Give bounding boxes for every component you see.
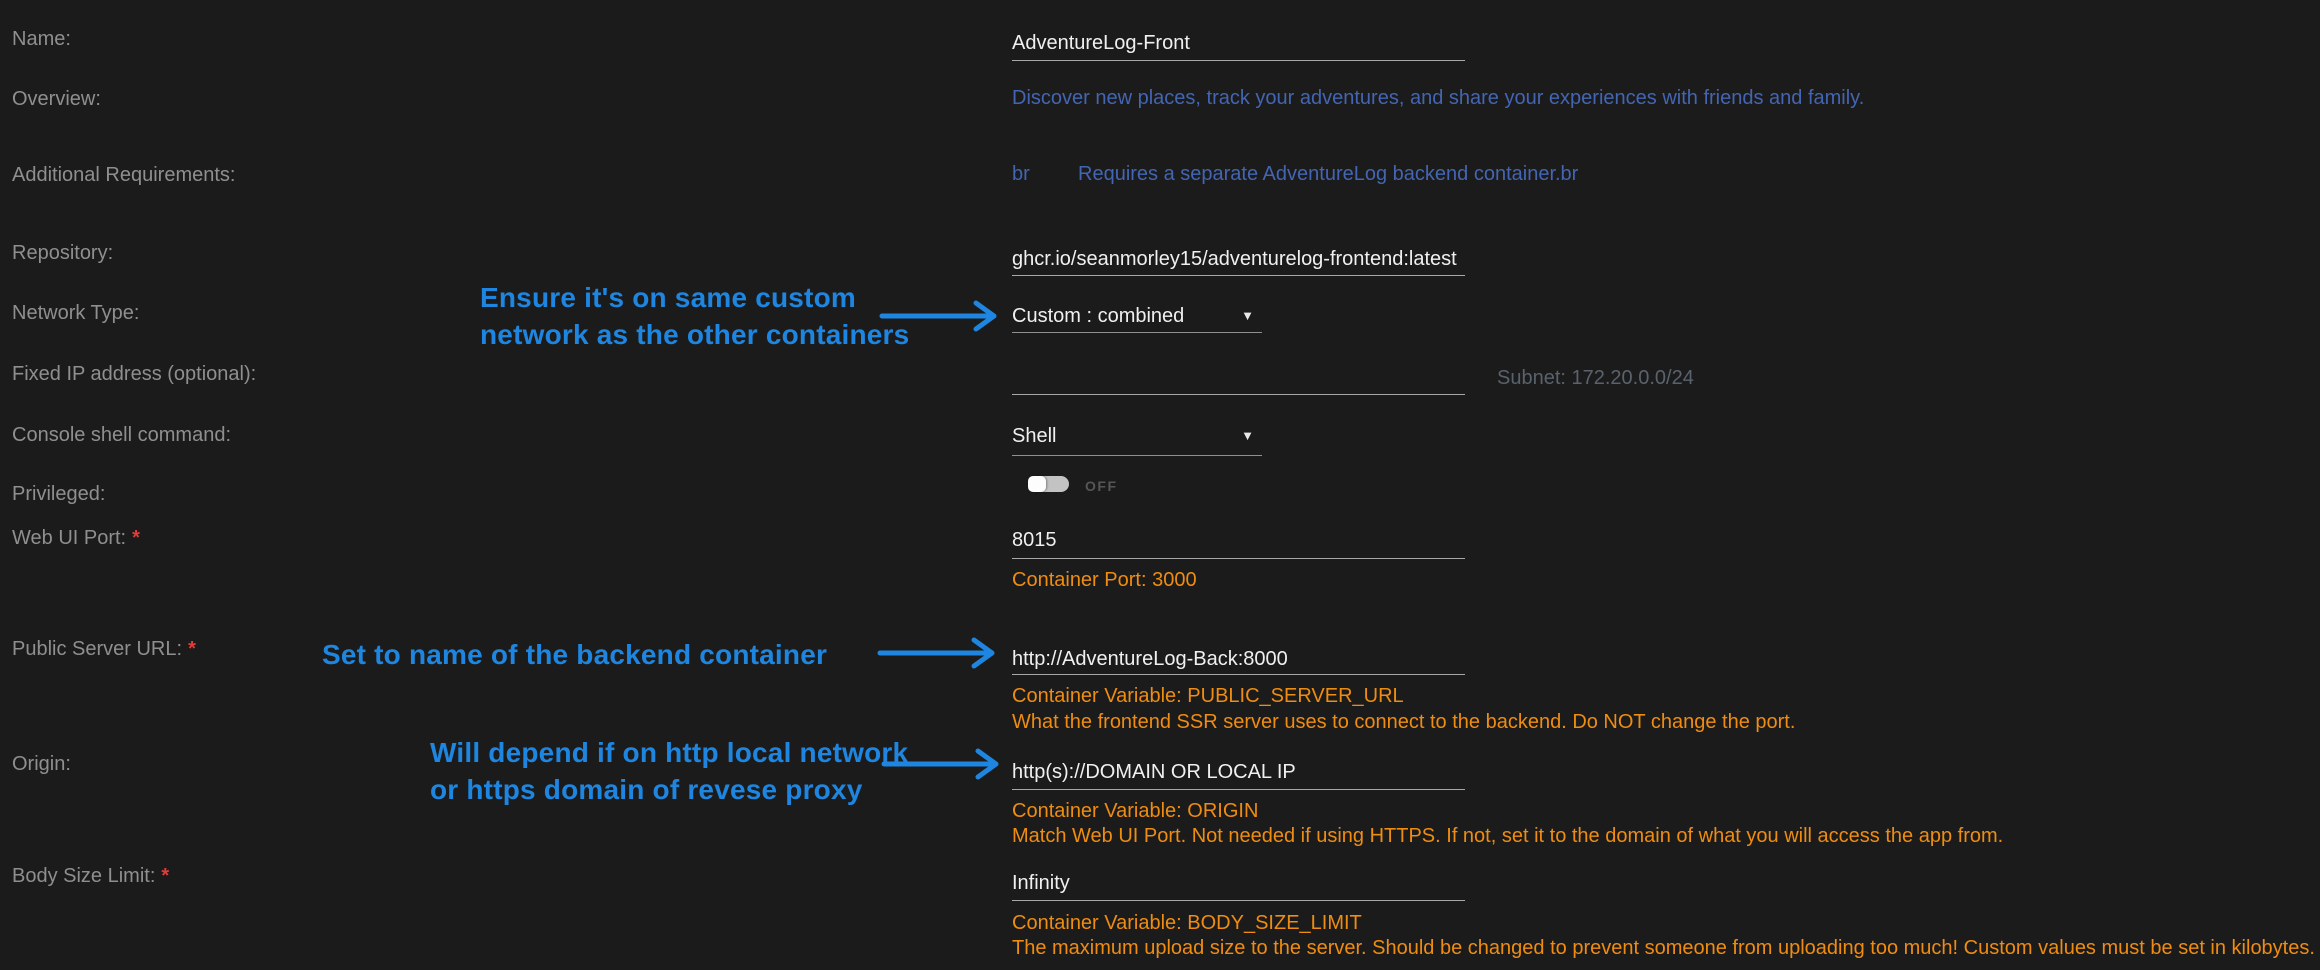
annotation-origin: Will depend if on http local network or … [430,734,908,808]
privileged-toggle[interactable] [1028,476,1069,492]
overview-text: Discover new places, track your adventur… [1012,86,1864,110]
body-size-limit-field-label: Body Size Limit: * [12,865,169,888]
public-server-url-input[interactable] [1012,644,1465,675]
repository-input[interactable] [1012,243,1465,276]
network-type-select-underline [1012,332,1262,333]
network-type-select[interactable]: Custom : combined ▼ [1012,305,1262,328]
additional-requirements-prefix: br [1012,162,1030,186]
origin-variable-help: Container Variable: ORIGIN [1012,799,1258,823]
origin-input[interactable] [1012,755,1465,790]
public-server-url-label-text: Public Server URL: [12,638,182,660]
arrow-right-icon [878,298,1008,334]
overview-field-label: Overview: [12,88,101,111]
docker-template-settings-page: { "colors": { "background": "#1b1b1b", "… [0,0,2320,970]
required-asterisk: * [132,527,140,549]
web-ui-port-input[interactable] [1012,523,1465,559]
name-field-label: Name: [12,28,71,51]
additional-requirements-field-label: Additional Requirements: [12,164,235,187]
subnet-note: Subnet: 172.20.0.0/24 [1497,367,1694,390]
public-server-url-field-label: Public Server URL: * [12,638,196,661]
web-ui-port-container-port-help: Container Port: 3000 [1012,568,1197,592]
annotation-public-server-url: Set to name of the backend container [322,636,827,673]
fixed-ip-input[interactable] [1012,362,1465,395]
additional-requirements-text: Requires a separate AdventureLog backend… [1078,162,1578,186]
arrow-right-icon [880,746,1010,782]
required-asterisk: * [161,865,169,887]
console-shell-select[interactable]: Shell ▼ [1012,425,1262,448]
chevron-down-icon: ▼ [1241,308,1254,323]
annotation-network-type-line1: Ensure it's on same custom [480,279,909,316]
body-size-limit-label-text: Body Size Limit: [12,865,155,887]
repository-field-label: Repository: [12,242,113,265]
annotation-network-type-line2: network as the other containers [480,316,909,353]
console-shell-field-label: Console shell command: [12,424,231,447]
console-shell-select-underline [1012,455,1262,456]
body-size-limit-description-help: The maximum upload size to the server. S… [1012,936,2315,960]
name-input[interactable] [1012,26,1465,61]
toggle-knob [1028,476,1046,492]
web-ui-port-field-label: Web UI Port: * [12,527,140,550]
body-size-limit-input[interactable] [1012,866,1465,901]
annotation-public-server-url-line1: Set to name of the backend container [322,636,827,673]
privileged-field-label: Privileged: [12,483,105,506]
required-asterisk: * [188,638,196,660]
chevron-down-icon: ▼ [1241,428,1254,443]
origin-field-label: Origin: [12,753,71,776]
fixed-ip-field-label: Fixed IP address (optional): [12,363,256,386]
console-shell-selected-value: Shell [1012,425,1056,447]
web-ui-port-label-text: Web UI Port: [12,527,126,549]
annotation-origin-line2: or https domain of revese proxy [430,771,908,808]
annotation-network-type: Ensure it's on same custom network as th… [480,279,909,353]
public-server-url-variable-help: Container Variable: PUBLIC_SERVER_URL [1012,684,1404,708]
public-server-url-description-help: What the frontend SSR server uses to con… [1012,710,1795,734]
network-type-selected-value: Custom : combined [1012,305,1184,327]
origin-description-help: Match Web UI Port. Not needed if using H… [1012,824,2003,848]
body-size-limit-variable-help: Container Variable: BODY_SIZE_LIMIT [1012,911,1362,935]
privileged-state-label: OFF [1085,478,1118,494]
annotation-origin-line1: Will depend if on http local network [430,734,908,771]
network-type-field-label: Network Type: [12,302,139,325]
arrow-right-icon [876,635,1006,671]
